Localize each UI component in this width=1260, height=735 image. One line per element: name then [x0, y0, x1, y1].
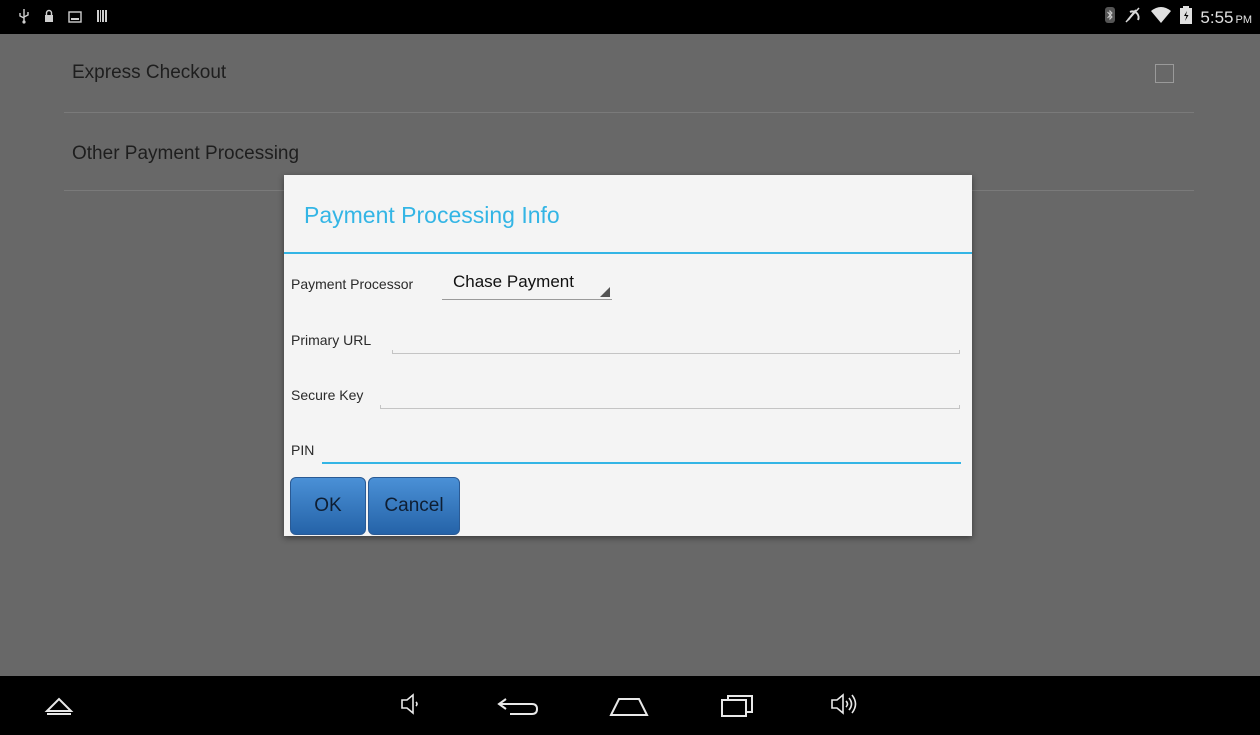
- payment-processing-dialog: Payment Processing Info Payment Processo…: [284, 175, 972, 536]
- cancel-button[interactable]: Cancel: [368, 477, 460, 535]
- express-checkout-checkbox[interactable]: [1155, 64, 1174, 83]
- bluetooth-icon: [1104, 6, 1116, 29]
- ok-button[interactable]: OK: [290, 477, 366, 535]
- status-right-icons: 5:55 PM: [1104, 6, 1252, 29]
- secure-key-tick-right: [959, 405, 960, 409]
- payment-processor-label: Payment Processor: [291, 276, 414, 292]
- pin-input[interactable]: [322, 438, 961, 464]
- lock-icon: [44, 9, 54, 28]
- status-bar: 5:55 PM: [0, 0, 1260, 34]
- wifi-icon: [1150, 6, 1172, 29]
- recents-icon[interactable]: [720, 694, 754, 723]
- mute-icon: [1124, 6, 1142, 29]
- volume-up-icon[interactable]: [829, 692, 861, 721]
- payment-processor-value: Chase Payment: [453, 272, 574, 291]
- setting-express-checkout[interactable]: Express Checkout: [64, 34, 1194, 113]
- volume-down-icon[interactable]: [399, 692, 423, 721]
- status-clock: 5:55 PM: [1200, 7, 1252, 27]
- other-payment-processing-label: Other Payment Processing: [72, 143, 300, 164]
- payment-processor-spinner[interactable]: Chase Payment: [442, 270, 612, 300]
- dialog-title: Payment Processing Info: [304, 202, 560, 228]
- primary-url-tick-left: [392, 350, 393, 354]
- status-left-icons: [18, 8, 108, 29]
- pin-label: PIN: [291, 442, 315, 458]
- usb-icon: [18, 8, 30, 29]
- back-icon[interactable]: [496, 696, 540, 721]
- dialog-title-divider: [284, 252, 972, 254]
- secure-key-tick-left: [380, 405, 381, 409]
- barcode-icon: [96, 9, 108, 28]
- secure-key-label: Secure Key: [291, 387, 364, 403]
- home-icon[interactable]: [607, 695, 651, 722]
- primary-url-label: Primary URL: [291, 332, 372, 348]
- up-chevron-icon[interactable]: [44, 696, 74, 721]
- spinner-arrow-icon: [600, 287, 610, 297]
- primary-url-tick-right: [959, 350, 960, 354]
- battery-icon: [1180, 6, 1193, 29]
- navigation-bar: [0, 676, 1260, 735]
- secure-key-input[interactable]: [380, 383, 960, 409]
- image-icon: [68, 10, 82, 28]
- primary-url-input[interactable]: [392, 328, 960, 354]
- express-checkout-label: Express Checkout: [72, 62, 227, 83]
